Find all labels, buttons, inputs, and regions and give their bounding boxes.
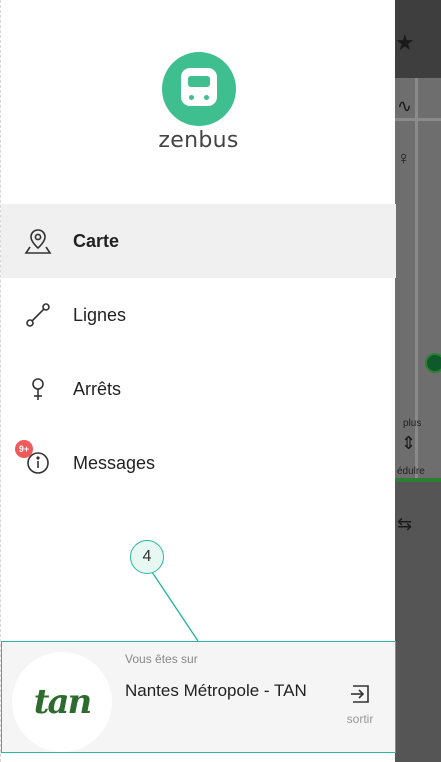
info-icon: 9+ <box>15 440 55 480</box>
menu-item-lignes[interactable]: Lignes <box>1 278 396 352</box>
network-name: Nantes Métropole - TAN <box>125 681 307 700</box>
stop-pin-icon: ♀ <box>397 148 411 168</box>
star-icon: ★ <box>395 30 415 55</box>
bus-logo-icon <box>161 52 236 126</box>
menu-item-label: Arrêts <box>73 378 122 399</box>
menu-item-messages[interactable]: 9+ Messages <box>1 426 396 500</box>
drawer-menu: Carte Lignes Arrêts 9+ Messages <box>1 204 396 500</box>
current-network-card[interactable]: tan Vous êtes sur Nantes Métropole - TAN… <box>1 641 396 753</box>
chevron-updown-icon: ⇕ <box>401 433 417 453</box>
menu-item-label: Messages <box>73 452 156 473</box>
exit-label: sortir <box>346 712 374 726</box>
map-road <box>395 118 441 121</box>
dimmed-map-backdrop[interactable]: ★ ∿ ♀ plus ⇕ édulre ⇆ <box>395 0 441 762</box>
swap-icon: ⇆ <box>397 514 413 534</box>
network-caption: Vous êtes sur <box>125 652 198 666</box>
map-partial-label: édulre <box>397 466 425 477</box>
exit-icon <box>351 685 369 703</box>
map-area: ∿ ♀ plus ⇕ édulre <box>395 78 441 478</box>
exit-network-button[interactable]: sortir <box>340 684 380 726</box>
notification-badge: 9+ <box>15 440 33 458</box>
menu-item-label: Lignes <box>73 304 127 325</box>
route-icon <box>21 298 55 332</box>
vehicle-marker <box>425 353 441 373</box>
menu-item-carte[interactable]: Carte <box>1 204 396 278</box>
map-partial-label: plus <box>403 418 422 429</box>
app-logo-text: zenbus <box>158 128 239 153</box>
app-logo: zenbus <box>1 52 396 153</box>
menu-item-arrets[interactable]: Arrêts <box>1 352 396 426</box>
network-logo-text: tan <box>33 682 92 722</box>
map-bottom-panel: ⇆ <box>395 482 441 762</box>
annotation-marker: 4 <box>130 540 164 574</box>
navigation-drawer: zenbus Carte Lignes Arrêts 9+ Messages t… <box>0 0 396 762</box>
stop-pin-icon <box>21 372 55 406</box>
route-icon: ∿ <box>397 96 413 116</box>
menu-item-label: Carte <box>73 230 120 251</box>
network-logo: tan <box>12 652 112 752</box>
map-pin-icon <box>21 224 55 258</box>
